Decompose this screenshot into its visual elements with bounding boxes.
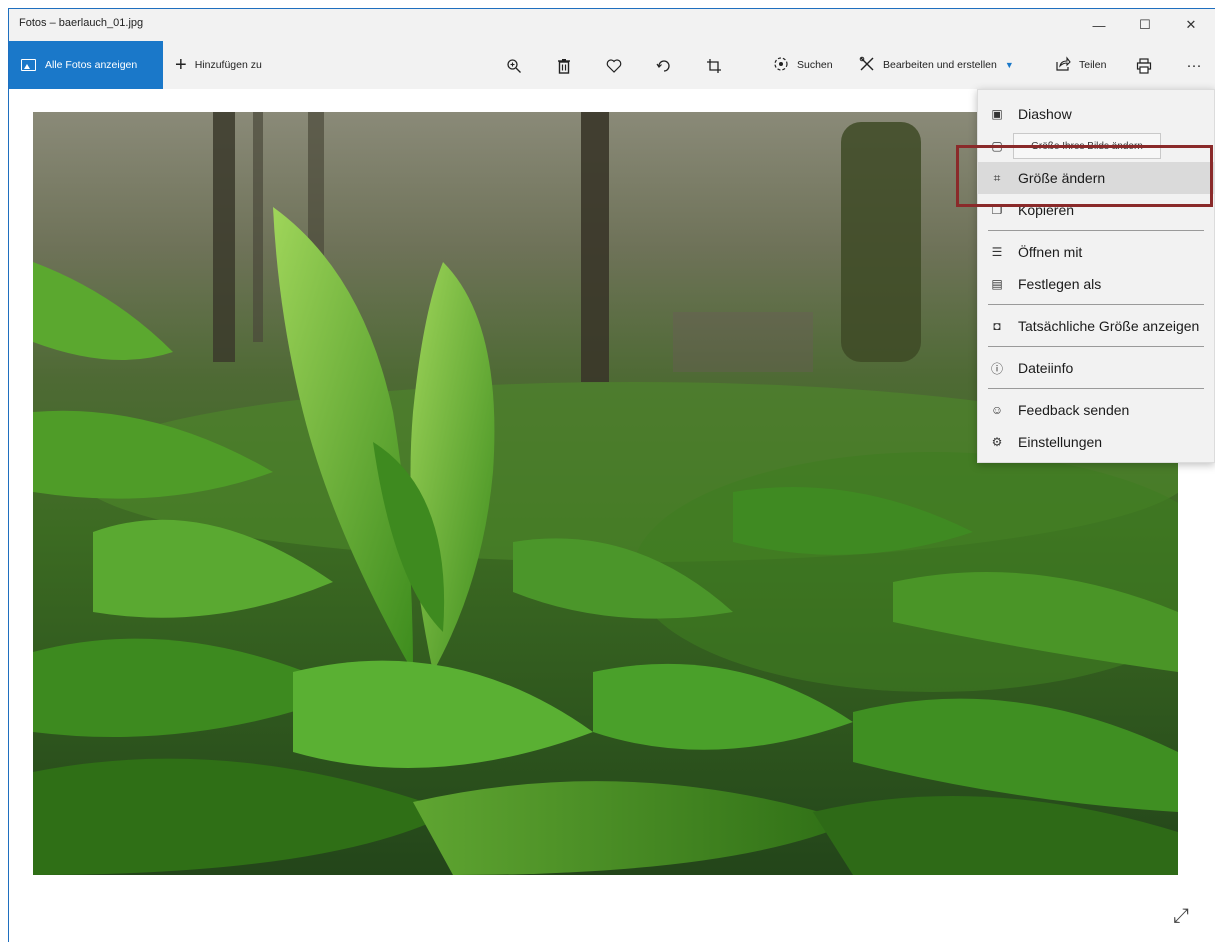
share-button[interactable]: Teilen — [1055, 41, 1106, 89]
search-icon — [773, 56, 789, 75]
menu-item-settings[interactable]: ⚙ Einstellungen — [978, 426, 1214, 458]
more-icon[interactable]: ··· — [1183, 54, 1205, 76]
menu-item-label: Festlegen als — [1018, 276, 1102, 292]
chevron-down-icon: ▼ — [1004, 60, 1014, 70]
add-to-label: Hinzufügen zu — [194, 59, 262, 71]
favorite-icon[interactable] — [603, 55, 625, 77]
crop-icon[interactable] — [703, 55, 725, 77]
menu-item-label: Dateiinfo — [1018, 360, 1074, 376]
share-label: Teilen — [1079, 59, 1107, 71]
edit-create-button[interactable]: Bearbeiten und erstellen ▼ — [859, 41, 1014, 89]
feedback-icon: ☺ — [990, 403, 1004, 417]
zoom-icon[interactable] — [503, 55, 525, 77]
edit-create-label: Bearbeiten und erstellen — [883, 59, 997, 71]
menu-item-slideshow[interactable]: ▣ Diashow — [978, 98, 1214, 130]
all-photos-label: Alle Fotos anzeigen — [45, 59, 138, 71]
menu-divider — [988, 388, 1204, 389]
info-icon: ⓘ — [990, 361, 1003, 376]
menu-divider — [988, 304, 1204, 305]
open-with-icon: ☰ — [991, 245, 1003, 259]
title-bar: Fotos – baerlauch_01.jpg — ☐ ✕ — [9, 9, 1215, 41]
menu-item-label: Einstellungen — [1018, 434, 1103, 450]
all-photos-button[interactable]: Alle Fotos anzeigen — [9, 41, 163, 89]
minimize-button[interactable]: — — [1076, 9, 1122, 41]
print-icon[interactable] — [1133, 55, 1155, 77]
actual-size-icon: ◘ — [993, 319, 1001, 333]
menu-divider — [988, 230, 1204, 231]
share-icon — [1055, 55, 1071, 75]
search-button[interactable]: Suchen — [773, 41, 833, 89]
app-toolbar: Alle Fotos anzeigen + Hinzufügen zu Such… — [9, 41, 1215, 89]
menu-item-label: Öffnen mit — [1018, 244, 1083, 260]
highlight-annotation — [956, 145, 1213, 207]
settings-icon: ⚙ — [991, 435, 1003, 449]
fullscreen-expand-icon[interactable]: ⤢ — [1173, 905, 1189, 928]
photo-icon — [21, 59, 36, 71]
menu-item-set-as[interactable]: ▤ Festlegen als — [978, 268, 1214, 300]
menu-item-label: Feedback senden — [1018, 402, 1130, 418]
delete-icon[interactable] — [553, 55, 575, 77]
menu-item-open-with[interactable]: ☰ Öffnen mit — [978, 236, 1214, 268]
maximize-button[interactable]: ☐ — [1122, 9, 1168, 41]
edit-icon — [859, 56, 875, 75]
close-button[interactable]: ✕ — [1168, 9, 1214, 41]
menu-item-label: Diashow — [1018, 106, 1072, 122]
plus-icon: + — [175, 53, 187, 76]
menu-divider — [988, 346, 1204, 347]
rotate-icon[interactable] — [653, 55, 675, 77]
slideshow-icon: ▣ — [991, 107, 1003, 121]
menu-item-actual-size[interactable]: ◘ Tatsächliche Größe anzeigen — [978, 310, 1214, 342]
menu-item-label: Tatsächliche Größe anzeigen — [1018, 318, 1200, 334]
add-to-button[interactable]: + Hinzufügen zu — [175, 41, 262, 89]
menu-item-feedback[interactable]: ☺ Feedback senden — [978, 394, 1214, 426]
search-label: Suchen — [797, 59, 833, 71]
menu-item-file-info[interactable]: ⓘ Dateiinfo — [978, 352, 1214, 384]
set-as-icon: ▤ — [991, 277, 1003, 291]
window-title: Fotos – baerlauch_01.jpg — [19, 17, 144, 29]
